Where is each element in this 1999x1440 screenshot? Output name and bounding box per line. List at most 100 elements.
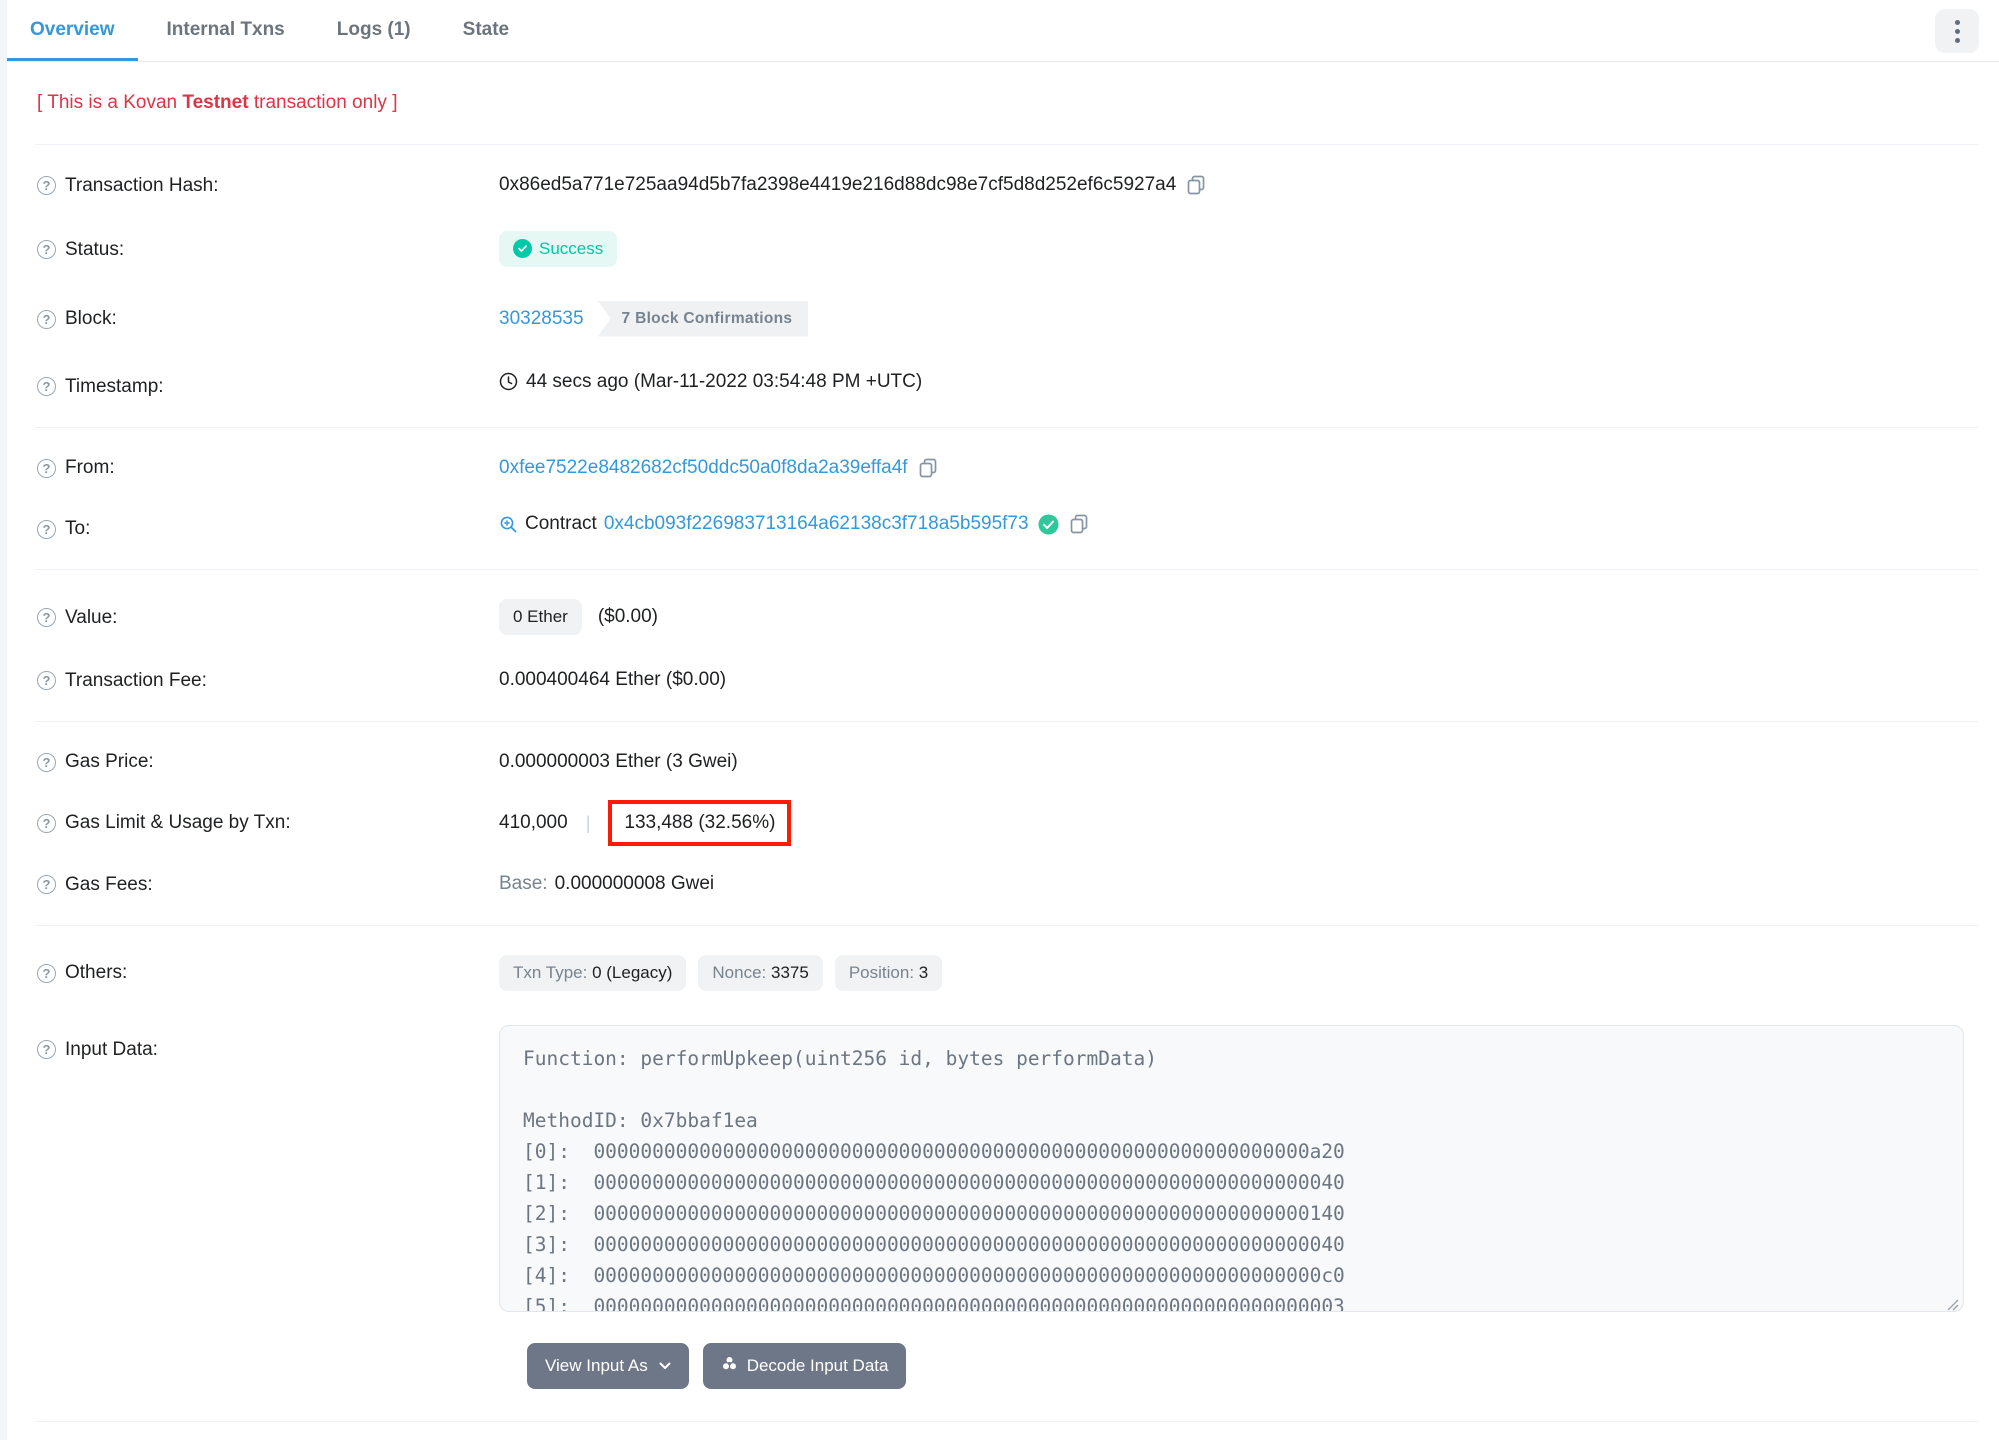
input-param-line: [5]: 00000000000000000000000000000000000… [523,1294,1345,1312]
status-label: Status: [65,238,125,260]
timestamp-label: Timestamp: [65,375,164,397]
help-icon[interactable]: ? [37,309,56,329]
decode-input-data-button[interactable]: Decode Input Data [702,1342,907,1389]
help-icon[interactable]: ? [37,813,56,833]
help-icon[interactable]: ? [37,875,56,894]
input-param-line: [2]: 00000000000000000000000000000000000… [523,1201,1345,1225]
input-param-line: [4]: 00000000000000000000000000000000000… [523,1263,1345,1287]
gas-price-label: Gas Price: [65,751,154,772]
row-from: ? From: 0xfee7522e8482682cf50ddc50a0f8da… [7,440,1999,497]
help-icon[interactable]: ? [37,377,56,396]
help-icon[interactable]: ? [37,963,56,983]
chevron-down-icon [659,1362,671,1370]
tab-overview[interactable]: Overview [7,2,138,61]
timestamp-value: 44 secs ago (Mar-11-2022 03:54:48 PM +UT… [526,370,923,392]
help-icon[interactable]: ? [37,458,56,478]
to-contract-word: Contract [525,513,597,534]
row-transaction-hash: ? Transaction Hash: 0x86ed5a771e725aa94d… [7,157,1999,214]
section-value: ? Value: 0 Ether ($0.00) ? Transaction F… [7,576,1999,715]
transaction-hash-label: Transaction Hash: [65,174,219,196]
section-divider [35,924,1979,926]
txn-type-badge: Txn Type: 0 (Legacy) [499,954,687,991]
from-address-link[interactable]: 0xfee7522e8482682cf50ddc50a0f8da2a39effa… [499,457,908,479]
resize-handle[interactable] [1945,1293,1959,1310]
help-icon[interactable]: ? [37,752,56,772]
row-status: ? Status: Success [7,214,1999,284]
transaction-hash-value: 0x86ed5a771e725aa94d5b7fa2398e4419e216d8… [499,174,1177,195]
block-label: Block: [65,308,117,329]
help-icon[interactable]: ? [37,240,56,259]
txn-type-label: Txn Type: [513,962,588,982]
section-summary: ? Transaction Hash: 0x86ed5a771e725aa94d… [7,151,1999,421]
row-timestamp: ? Timestamp: 44 secs ago (Mar-11-2022 03… [7,354,1999,415]
contract-preview-icon[interactable] [499,515,518,534]
input-param-line: [3]: 00000000000000000000000000000000000… [523,1232,1345,1256]
section-divider [35,144,1979,145]
gas-usage-value-highlighted: 133,488 (32.56%) [608,800,792,846]
section-others-input: ? Others: Txn Type: 0 (Legacy) Nonce: 33… [7,932,1999,1395]
view-input-as-label: View Input As [545,1355,648,1375]
gas-fees-base-label: Base: [499,873,548,894]
input-param-line: [0]: 00000000000000000000000000000000000… [523,1139,1345,1163]
gas-separator: | [585,812,591,833]
input-data-textarea[interactable]: Function: performUpkeep(uint256 id, byte… [499,1024,1964,1312]
row-gas-fees: ? Gas Fees: Base: 0.000000008 Gwei [7,856,1999,913]
position-badge: Position: 3 [834,954,943,991]
others-label: Others: [65,962,128,983]
more-options-button[interactable] [1935,9,1979,53]
tab-logs[interactable]: Logs (1) [314,2,434,61]
decode-input-data-label: Decode Input Data [746,1355,889,1375]
section-divider [35,569,1979,570]
tab-state[interactable]: State [440,2,532,61]
help-icon[interactable]: ? [37,176,56,195]
gas-limit-usage-label: Gas Limit & Usage by Txn: [65,812,291,833]
section-addresses: ? From: 0xfee7522e8482682cf50ddc50a0f8da… [7,434,1999,564]
gas-limit-value: 410,000 [499,812,568,833]
row-gas-limit-usage: ? Gas Limit & Usage by Txn: 410,000 | 13… [7,790,1999,856]
input-param-line: [1]: 00000000000000000000000000000000000… [523,1170,1345,1194]
check-icon [513,239,532,258]
decode-icon [721,1355,738,1377]
position-value: 3 [918,962,929,982]
help-icon[interactable]: ? [37,671,56,690]
help-icon[interactable]: ? [37,608,56,627]
value-badge: 0 Ether [499,599,582,635]
copy-icon[interactable] [918,458,938,478]
nonce-value: 3375 [771,962,809,982]
help-icon[interactable]: ? [37,1040,56,1059]
tab-internal-txns[interactable]: Internal Txns [144,2,308,61]
copy-icon[interactable] [1069,514,1089,534]
copy-icon[interactable] [1186,175,1206,195]
help-icon[interactable]: ? [37,519,56,539]
row-to: ? To: Contract 0x4cb093f226983713164a621… [7,496,1999,557]
from-label: From: [65,457,115,478]
block-number-link[interactable]: 30328535 [499,308,584,330]
section-gas: ? Gas Price: 0.000000003 Ether (3 Gwei) … [7,728,1999,919]
transaction-fee-label: Transaction Fee: [65,669,207,691]
value-label: Value: [65,606,118,628]
row-others: ? Others: Txn Type: 0 (Legacy) Nonce: 33… [7,938,1999,1008]
block-confirmations-badge: 7 Block Confirmations [597,300,809,337]
testnet-notice-prefix: [ This is a Kovan [37,92,183,113]
nonce-label: Nonce: [712,962,767,982]
testnet-notice-bold: Testnet [182,92,249,113]
row-input-data: ? Input Data: Function: performUpkeep(ui… [7,1008,1999,1329]
input-methodid-line: MethodID: 0x7bbaf1ea [523,1108,758,1132]
section-divider [35,426,1979,428]
position-label: Position: [848,962,915,982]
bottom-divider [35,1420,1979,1422]
row-value: ? Value: 0 Ether ($0.00) [7,582,1999,652]
input-actions: View Input As Decode Input Data [527,1342,1999,1389]
nonce-badge: Nonce: 3375 [698,954,823,991]
row-block: ? Block: 30328535 7 Block Confirmations [7,284,1999,354]
to-address-link[interactable]: 0x4cb093f226983713164a62138c3f718a5b595f… [604,513,1029,535]
gas-fees-base-value: 0.000000008 Gwei [554,873,715,894]
view-input-as-button[interactable]: View Input As [527,1342,689,1389]
testnet-notice: [ This is a Kovan Testnet transaction on… [7,62,1999,138]
status-badge: Success [499,230,618,267]
clock-icon [499,372,518,391]
txn-type-value: 0 (Legacy) [592,962,673,982]
transaction-overview-card: Overview Internal Txns Logs (1) State [ … [0,0,1999,1440]
row-gas-price: ? Gas Price: 0.000000003 Ether (3 Gwei) [7,734,1999,791]
input-function-line: Function: performUpkeep(uint256 id, byte… [523,1046,1157,1070]
